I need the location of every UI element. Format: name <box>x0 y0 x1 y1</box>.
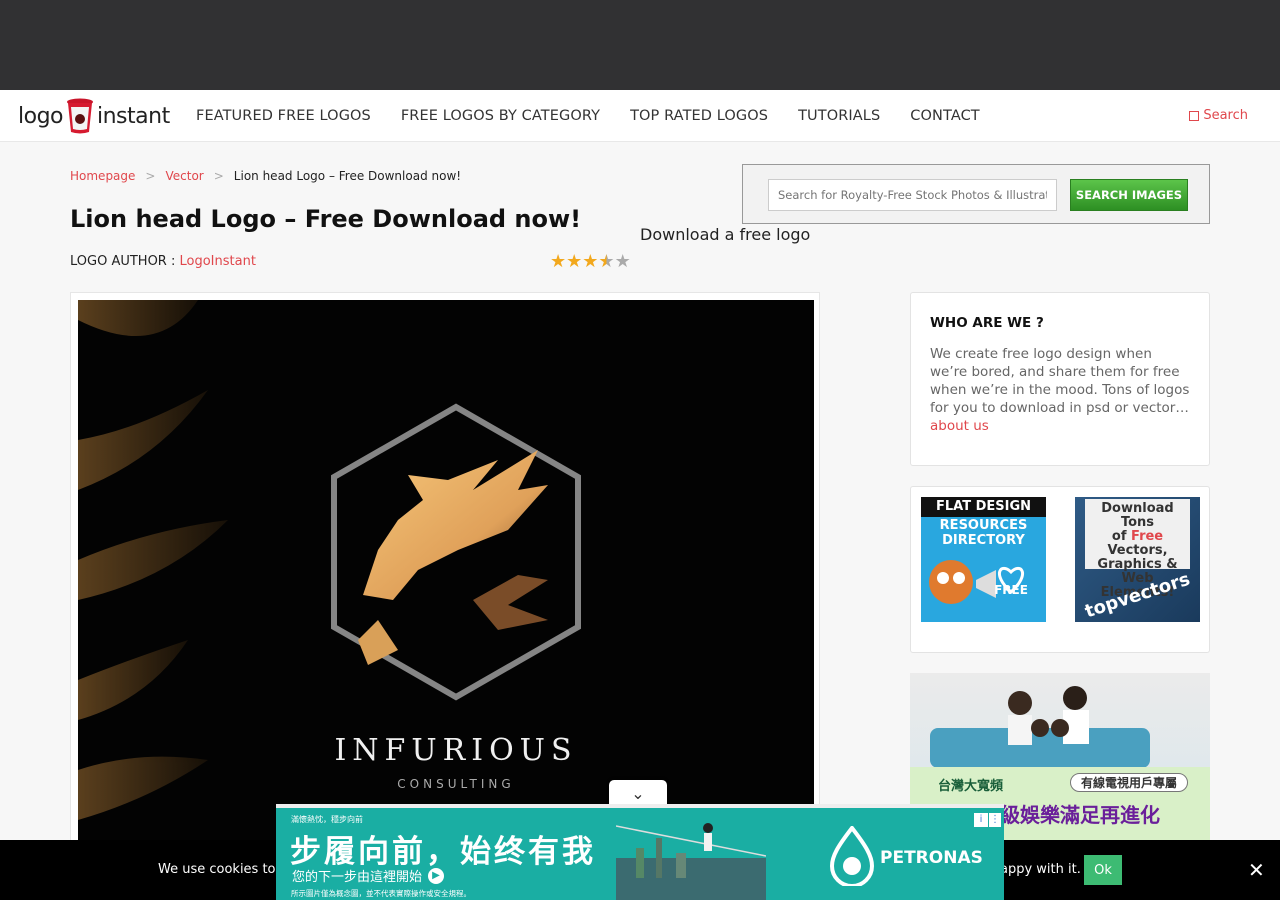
breadcrumb-separator: > <box>145 169 156 183</box>
nav-menu: FEATURED FREE LOGOS FREE LOGOS BY CATEGO… <box>196 90 1010 142</box>
breadcrumb-current: Lion head Logo – Free Download now! <box>233 169 462 183</box>
cookie-text-right: appy with it. <box>1000 862 1081 877</box>
sidebar-ads-card: FLAT DESIGN RESOURCES DIRECTORY FREE Dow… <box>910 486 1210 653</box>
flat-design-ad[interactable]: FLAT DESIGN RESOURCES DIRECTORY FREE <box>921 497 1046 622</box>
nav-top-rated-logos[interactable]: TOP RATED LOGOS <box>630 108 768 124</box>
arrow-right-icon: ▶ <box>428 867 445 884</box>
petronas-bottom-ad[interactable]: 滿懷熱忱，穩步向前 步履向前，始终有我 您的下一步由這裡開始 ▶ 所示圖片僅為概念… <box>276 804 1004 900</box>
search-link[interactable]: Search <box>1189 108 1248 123</box>
ad-subline: 您的下一步由這裡開始 ▶ <box>292 866 445 885</box>
breadcrumb-category[interactable]: Vector <box>165 169 203 183</box>
star-icon[interactable]: ★ <box>615 253 631 271</box>
ad-small-text: 滿懷熱忱，穩步向前 <box>291 815 363 824</box>
who-description: We create free logo design when we’re bo… <box>930 346 1190 416</box>
ad1-header: FLAT DESIGN <box>921 497 1046 517</box>
stock-search-ad: SEARCH IMAGES <box>742 164 1210 224</box>
bear-mascot-icon: FREE <box>929 560 1028 604</box>
ad2-panel: Download Tons of Free Vectors, Graphics … <box>1085 499 1190 600</box>
search-label: Search <box>1203 108 1248 123</box>
who-title: WHO ARE WE ? <box>930 315 1044 331</box>
logo-text-right: instant <box>97 103 170 129</box>
logo-preview-frame: INFURIOUS CONSULTING <box>70 292 820 860</box>
nav-featured-free-logos[interactable]: FEATURED FREE LOGOS <box>196 108 371 124</box>
ad-headline: 步履向前，始终有我 <box>290 834 596 870</box>
breadcrumb-home[interactable]: Homepage <box>70 169 135 183</box>
top-ad-banner <box>0 0 1280 90</box>
petronas-brand: PETRONAS <box>880 848 983 868</box>
logo-tagline-text: CONSULTING <box>397 777 514 791</box>
logo-preview-image[interactable]: INFURIOUS CONSULTING <box>78 300 814 860</box>
breadcrumb: Homepage > Vector > Lion head Logo – Fre… <box>70 169 461 183</box>
nav-free-logos-by-category[interactable]: FREE LOGOS BY CATEGORY <box>401 108 600 124</box>
search-images-button[interactable]: SEARCH IMAGES <box>1070 179 1188 211</box>
logo-author: LOGO AUTHOR : LogoInstant <box>70 254 256 269</box>
cup-icon <box>65 97 95 135</box>
breadcrumb-separator: > <box>213 169 224 183</box>
star-icon[interactable]: ★ <box>550 253 566 271</box>
stock-search-input[interactable] <box>768 179 1057 211</box>
author-link[interactable]: LogoInstant <box>180 254 256 269</box>
family-sofa-photo <box>930 686 1150 768</box>
page-title: Lion head Logo – Free Download now! <box>70 205 582 233</box>
star-icon[interactable]: ★ <box>582 253 598 271</box>
cookie-close-icon[interactable]: ✕ <box>1248 858 1265 882</box>
logo-text-left: logo <box>18 103 64 129</box>
ad-menu-icon[interactable]: ⋮ <box>989 813 1001 827</box>
nav-tutorials[interactable]: TUTORIALS <box>798 108 880 124</box>
about-us-link[interactable]: about us <box>930 418 989 434</box>
ad-city-tightrope-photo <box>616 823 766 900</box>
nav-contact[interactable]: CONTACT <box>910 108 979 124</box>
search-icon <box>1189 110 1200 121</box>
ad1-free-label: FREE <box>994 583 1028 597</box>
author-label: LOGO AUTHOR : <box>70 254 176 269</box>
ad-disclaimer: 所示圖片僅為概念圖，並不代表實際操作或安全規程。 <box>291 889 471 898</box>
download-free-logo-text: Download a free logo <box>640 225 811 244</box>
main-nav-bar: logo instant FEATURED FREE LOGOS FREE LO… <box>0 90 1280 142</box>
star-icon[interactable]: ★ <box>598 253 614 271</box>
logo-brand-text: INFURIOUS <box>334 733 577 768</box>
cookie-text-left: We use cookies to e <box>158 862 288 877</box>
petronas-logo-icon <box>829 826 875 886</box>
site-logo[interactable]: logo instant <box>18 96 170 136</box>
rating-stars[interactable]: ★ ★ ★ ★ ★ <box>550 253 631 271</box>
topvectors-ad[interactable]: Download Tons of Free Vectors, Graphics … <box>1075 497 1200 622</box>
who-text: We create free logo design when we’re bo… <box>930 345 1190 435</box>
cookie-ok-button[interactable]: Ok <box>1084 855 1122 885</box>
ad-info-icon[interactable]: i <box>974 813 988 827</box>
star-icon[interactable]: ★ <box>566 253 582 271</box>
ad1-line1: RESOURCES <box>939 518 1028 533</box>
who-are-we-card: WHO ARE WE ? We create free logo design … <box>910 292 1210 466</box>
